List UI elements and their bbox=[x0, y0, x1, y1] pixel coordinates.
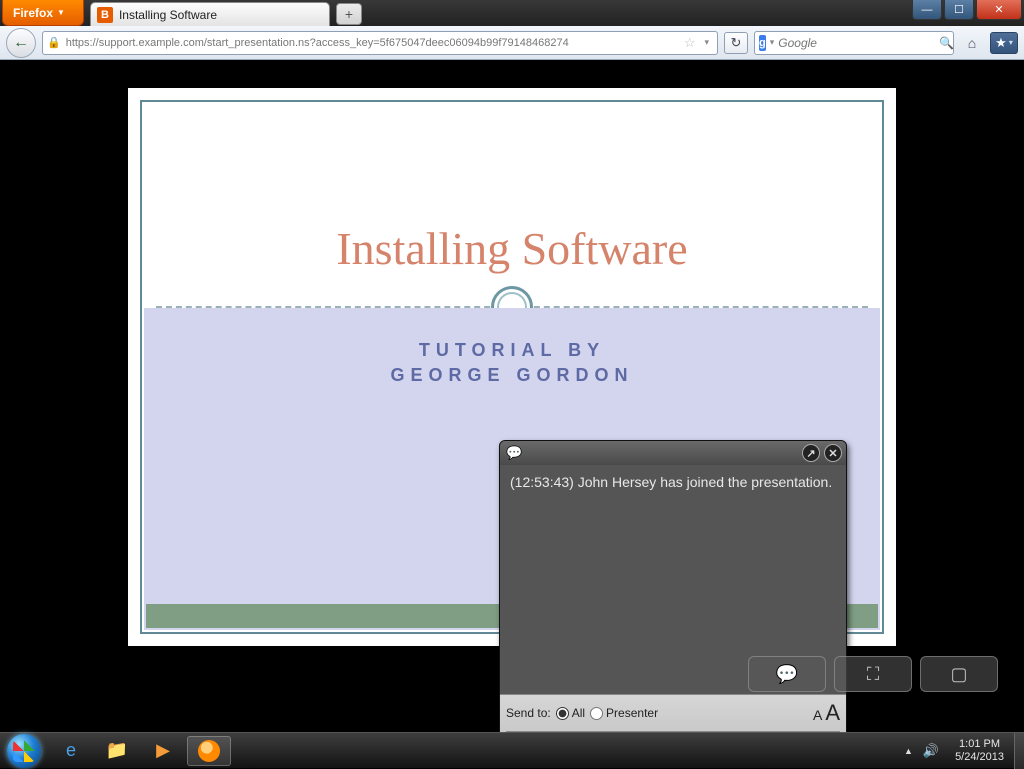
tab-strip: B Installing Software + bbox=[90, 0, 362, 26]
close-button[interactable]: ✕ bbox=[976, 0, 1022, 20]
firefox-menu-button[interactable]: Firefox ▼ bbox=[2, 0, 84, 26]
lock-icon: 🔒 bbox=[47, 36, 61, 49]
presenter-icon: ▢ bbox=[950, 664, 967, 685]
taskbar-explorer[interactable]: 📁 bbox=[95, 736, 139, 766]
bookmark-star-icon[interactable]: ☆ bbox=[684, 35, 696, 51]
home-button[interactable]: ⌂ bbox=[960, 31, 984, 55]
minimize-button[interactable]: ― bbox=[912, 0, 942, 20]
chat-panel: 💬 ↗ ✕ (12:53:43) John Hersey has joined … bbox=[499, 440, 847, 762]
opt-all-label: All bbox=[572, 706, 585, 720]
folder-icon: 📁 bbox=[106, 740, 128, 761]
chat-message: (12:53:43) John Hersey has joined the pr… bbox=[510, 473, 836, 492]
maximize-button[interactable]: ☐ bbox=[944, 0, 974, 20]
send-to-all-option[interactable]: All bbox=[556, 706, 585, 720]
send-to-presenter-option[interactable]: Presenter bbox=[590, 706, 658, 720]
slide-byline: TUTORIAL BY GEORGE GORDON bbox=[144, 340, 880, 386]
radio-all[interactable] bbox=[556, 707, 569, 720]
firefox-menu-label: Firefox bbox=[13, 6, 53, 20]
windows-orb-icon bbox=[7, 734, 41, 768]
chevron-down-icon: ▾ bbox=[1009, 38, 1013, 47]
reload-icon: ↻ bbox=[731, 35, 742, 51]
taskbar-firefox[interactable] bbox=[187, 736, 231, 766]
close-icon: ✕ bbox=[828, 447, 837, 460]
fullscreen-button[interactable]: ⛶ bbox=[834, 656, 912, 692]
search-icon[interactable]: 🔍 bbox=[939, 36, 954, 50]
slide-title: Installing Software bbox=[142, 222, 882, 275]
chat-toggle-button[interactable]: 💬 bbox=[748, 656, 826, 692]
slide-upper: Installing Software bbox=[142, 102, 882, 306]
byline-line1: TUTORIAL BY bbox=[419, 340, 605, 360]
reload-button[interactable]: ↻ bbox=[724, 32, 748, 54]
presenter-button[interactable]: ▢ bbox=[920, 656, 998, 692]
browser-tab[interactable]: B Installing Software bbox=[90, 2, 330, 26]
media-icon: ▶ bbox=[156, 740, 170, 761]
chat-icon: 💬 bbox=[506, 445, 522, 461]
windows-taskbar: e 📁 ▶ ▲ 🔊 1:01 PM 5/24/2013 bbox=[0, 732, 1024, 768]
page-content: Installing Software TUTORIAL BY GEORGE G… bbox=[0, 60, 1024, 732]
ie-icon: e bbox=[66, 740, 76, 761]
taskbar-clock[interactable]: 1:01 PM 5/24/2013 bbox=[949, 738, 1010, 763]
arrow-left-icon: ← bbox=[13, 34, 29, 52]
font-larger-button[interactable]: A bbox=[825, 700, 840, 726]
chevron-down-icon[interactable]: ▾ bbox=[700, 37, 713, 48]
chevron-down-icon[interactable]: ▾ bbox=[770, 37, 775, 48]
search-input[interactable] bbox=[778, 36, 935, 50]
popout-icon: ↗ bbox=[806, 447, 815, 460]
window-controls: ― ☐ ✕ bbox=[910, 0, 1024, 26]
tray-overflow-button[interactable]: ▲ bbox=[904, 746, 913, 756]
fullscreen-icon: ⛶ bbox=[867, 664, 880, 685]
taskbar-ie[interactable]: e bbox=[49, 736, 93, 766]
firefox-icon bbox=[198, 740, 220, 762]
tab-favicon: B bbox=[97, 7, 113, 23]
back-button[interactable]: ← bbox=[6, 28, 36, 58]
presentation-controls: 💬 ⛶ ▢ bbox=[748, 656, 998, 692]
chevron-down-icon: ▼ bbox=[57, 8, 65, 17]
bookmarks-menu-button[interactable]: ★▾ bbox=[990, 32, 1018, 54]
chat-icon: 💬 bbox=[776, 664, 798, 685]
google-icon: g bbox=[759, 35, 766, 51]
opt-presenter-label: Presenter bbox=[606, 706, 658, 720]
font-size-controls: A A bbox=[813, 700, 840, 726]
byline-line2: GEORGE GORDON bbox=[144, 365, 880, 386]
titlebar: Firefox ▼ B Installing Software + ― ☐ ✕ bbox=[0, 0, 1024, 26]
system-tray: ▲ 🔊 1:01 PM 5/24/2013 bbox=[904, 738, 1014, 763]
navigation-toolbar: ← 🔒 https://support.example.com/start_pr… bbox=[0, 26, 1024, 60]
home-icon: ⌂ bbox=[968, 35, 976, 51]
new-tab-button[interactable]: + bbox=[336, 3, 362, 25]
send-to-row: Send to: All Presenter A A bbox=[506, 700, 840, 731]
clock-date: 5/24/2013 bbox=[955, 751, 1004, 764]
bookmark-icon: ★ bbox=[995, 35, 1007, 51]
start-button[interactable] bbox=[0, 733, 48, 769]
taskbar-media-player[interactable]: ▶ bbox=[141, 736, 185, 766]
close-chat-button[interactable]: ✕ bbox=[824, 444, 842, 462]
send-to-label: Send to: bbox=[506, 706, 551, 720]
search-bar[interactable]: g ▾ 🔍 bbox=[754, 31, 954, 55]
tab-title: Installing Software bbox=[119, 8, 217, 22]
popout-button[interactable]: ↗ bbox=[802, 444, 820, 462]
url-bar[interactable]: 🔒 https://support.example.com/start_pres… bbox=[42, 31, 718, 55]
font-smaller-button[interactable]: A bbox=[813, 707, 822, 723]
volume-icon[interactable]: 🔊 bbox=[923, 743, 939, 759]
radio-presenter[interactable] bbox=[590, 707, 603, 720]
chat-header[interactable]: 💬 ↗ ✕ bbox=[500, 441, 846, 465]
show-desktop-button[interactable] bbox=[1014, 733, 1024, 769]
clock-time: 1:01 PM bbox=[955, 738, 1004, 751]
url-text: https://support.example.com/start_presen… bbox=[66, 37, 679, 49]
